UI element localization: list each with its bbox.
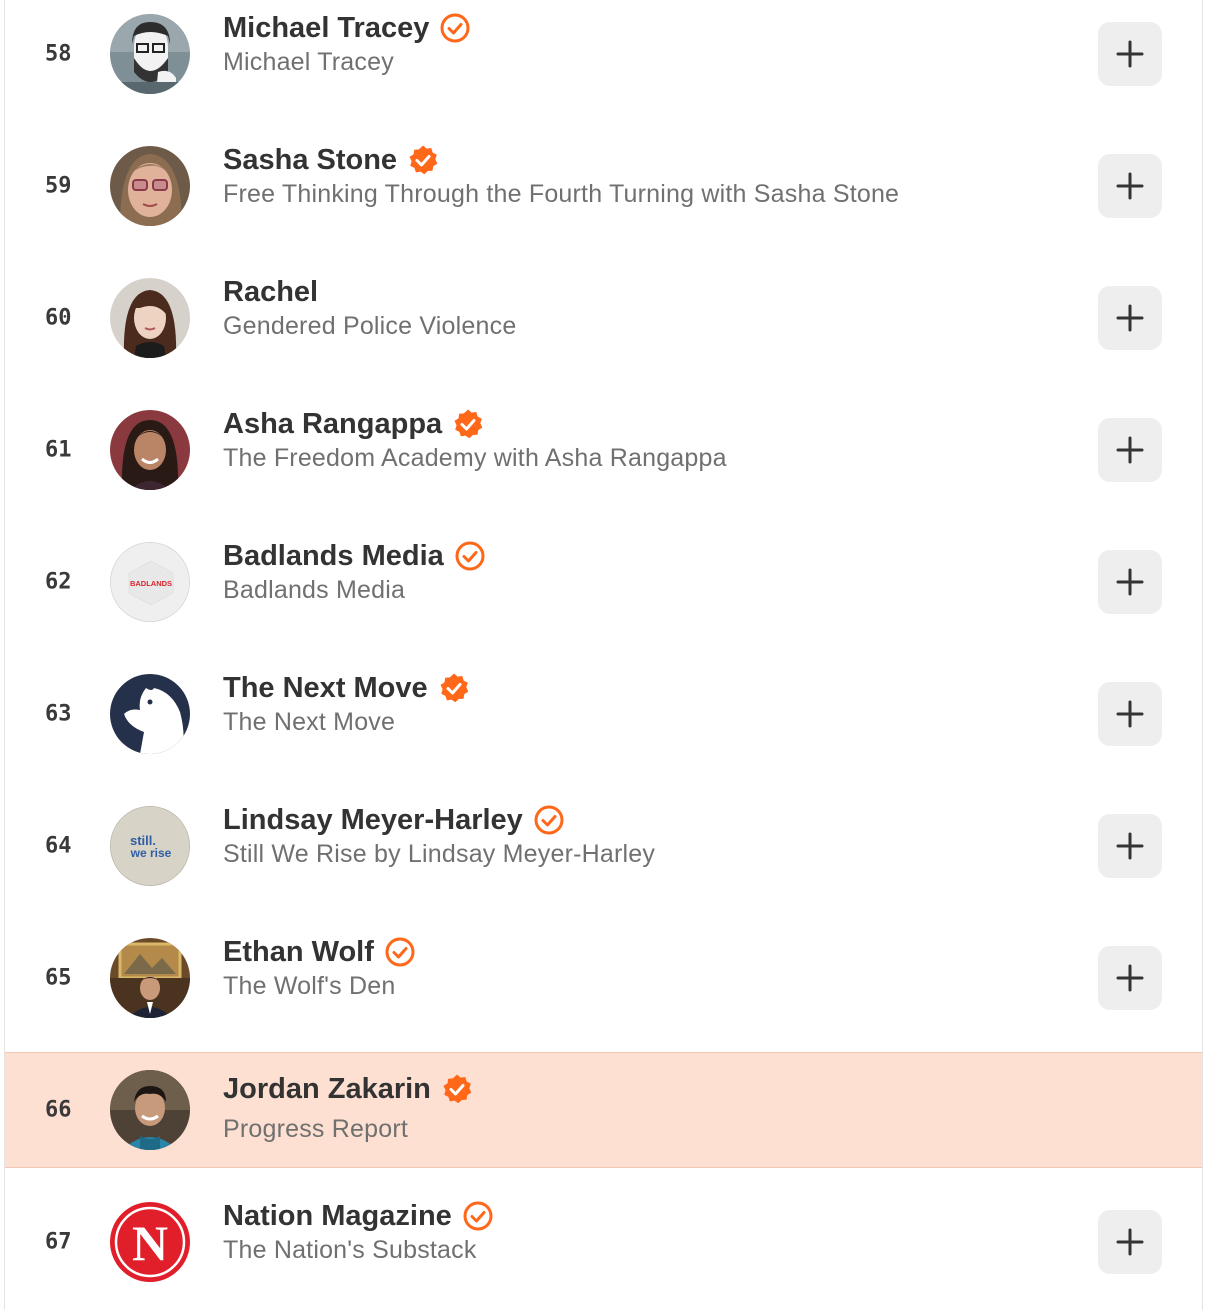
avatar[interactable]: BADLANDS	[110, 542, 190, 622]
avatar[interactable]	[110, 14, 190, 94]
rank-number: 67	[45, 1229, 72, 1255]
publication-author-name[interactable]: The Next Move	[223, 672, 428, 705]
list-item[interactable]: 65 Ethan Wolf The Wolf's Den	[5, 912, 1202, 1044]
verified-filled-icon	[452, 408, 484, 440]
rank-number: 59	[45, 173, 72, 199]
avatar[interactable]: still. we rise	[110, 806, 190, 886]
plus-icon	[1116, 700, 1144, 728]
list-item-highlighted[interactable]: 66 Jordan Zakarin Progress Report	[5, 1052, 1202, 1168]
avatar[interactable]	[110, 278, 190, 358]
publication-author-name[interactable]: Badlands Media	[223, 540, 444, 573]
list-item[interactable]: 63 The Next Move The Next Move	[5, 648, 1202, 780]
publication-author-name[interactable]: Jordan Zakarin	[223, 1073, 431, 1106]
list-item[interactable]: 64 still. we rise Lindsay Meyer-Harley S…	[5, 780, 1202, 912]
verified-outline-icon	[439, 12, 471, 44]
list-item[interactable]: 60 Rachel Gendered Police Violence	[5, 252, 1202, 384]
nation-logo-letter: N	[132, 1215, 168, 1271]
publication-author-name[interactable]: Sasha Stone	[223, 144, 397, 177]
we-rise-logo-text: we rise	[130, 846, 172, 860]
list-item[interactable]: 61 Asha Rangappa The Freedom Academy wit…	[5, 384, 1202, 516]
avatar[interactable]	[110, 1070, 190, 1150]
publication-title: Michael Tracey	[223, 48, 394, 76]
avatar[interactable]: N	[110, 1202, 190, 1282]
publication-author-name[interactable]: Nation Magazine	[223, 1200, 452, 1233]
subscribe-add-button[interactable]	[1098, 550, 1162, 614]
subscribe-add-button[interactable]	[1098, 682, 1162, 746]
rank-number: 65	[45, 965, 72, 991]
subscribe-add-button[interactable]	[1098, 286, 1162, 350]
rank-number: 60	[45, 305, 72, 331]
subscribe-add-button[interactable]	[1098, 814, 1162, 878]
publication-author-name[interactable]: Lindsay Meyer-Harley	[223, 804, 523, 837]
avatar[interactable]	[110, 146, 190, 226]
publication-author-name[interactable]: Ethan Wolf	[223, 936, 374, 969]
plus-icon	[1116, 172, 1144, 200]
publication-author-name[interactable]: Rachel	[223, 276, 318, 309]
list-item[interactable]: 59 Sasha Stone Free Thinking Through the…	[5, 120, 1202, 252]
rank-number: 64	[45, 833, 72, 859]
subscribe-add-button[interactable]	[1098, 946, 1162, 1010]
subscribe-add-button[interactable]	[1098, 1210, 1162, 1274]
avatar[interactable]	[110, 410, 190, 490]
badlands-logo-text: BADLANDS	[130, 579, 172, 588]
list-item[interactable]: 58 Michael Tracey Michael Tracey	[5, 0, 1202, 120]
verified-outline-icon	[462, 1200, 494, 1232]
verified-filled-icon	[407, 144, 439, 176]
plus-icon	[1116, 304, 1144, 332]
publication-title: Free Thinking Through the Fourth Turning…	[223, 180, 900, 208]
publication-title: The Nation's Substack	[223, 1236, 477, 1264]
publication-title: Still We Rise by Lindsay Meyer-Harley	[223, 840, 656, 868]
rank-number: 62	[45, 569, 72, 595]
leaderboard-list: 58 Michael Tracey Michael Tracey 59 Sash…	[4, 0, 1203, 1310]
publication-title: Progress Report	[223, 1115, 409, 1143]
subscribe-add-button[interactable]	[1098, 154, 1162, 218]
publication-title: The Next Move	[223, 708, 396, 736]
list-item[interactable]: 62 BADLANDS Badlands Media Badlands Medi…	[5, 516, 1202, 648]
publication-author-name[interactable]: Asha Rangappa	[223, 408, 442, 441]
rank-number: 58	[45, 41, 72, 67]
plus-icon	[1116, 40, 1144, 68]
publication-author-name[interactable]: Michael Tracey	[223, 12, 429, 45]
publication-title: Badlands Media	[223, 576, 406, 604]
list-item[interactable]: 67 N Nation Magazine The Nation's Substa…	[5, 1176, 1202, 1308]
plus-icon	[1116, 832, 1144, 860]
subscribe-add-button[interactable]	[1098, 418, 1162, 482]
subscribe-add-button[interactable]	[1098, 22, 1162, 86]
publication-title: The Wolf's Den	[223, 972, 396, 1000]
rank-number: 63	[45, 701, 72, 727]
publication-title: Gendered Police Violence	[223, 312, 517, 340]
plus-icon	[1116, 568, 1144, 596]
verified-outline-icon	[533, 804, 565, 836]
avatar[interactable]	[110, 938, 190, 1018]
rank-number: 66	[45, 1097, 72, 1123]
verified-outline-icon	[384, 936, 416, 968]
publication-title: The Freedom Academy with Asha Rangappa	[223, 444, 727, 472]
verified-outline-icon	[454, 540, 486, 572]
verified-filled-icon	[438, 672, 470, 704]
plus-icon	[1116, 964, 1144, 992]
plus-icon	[1116, 1228, 1144, 1256]
plus-icon	[1116, 436, 1144, 464]
rank-number: 61	[45, 437, 72, 463]
verified-filled-icon	[441, 1073, 473, 1105]
avatar[interactable]	[110, 674, 190, 754]
